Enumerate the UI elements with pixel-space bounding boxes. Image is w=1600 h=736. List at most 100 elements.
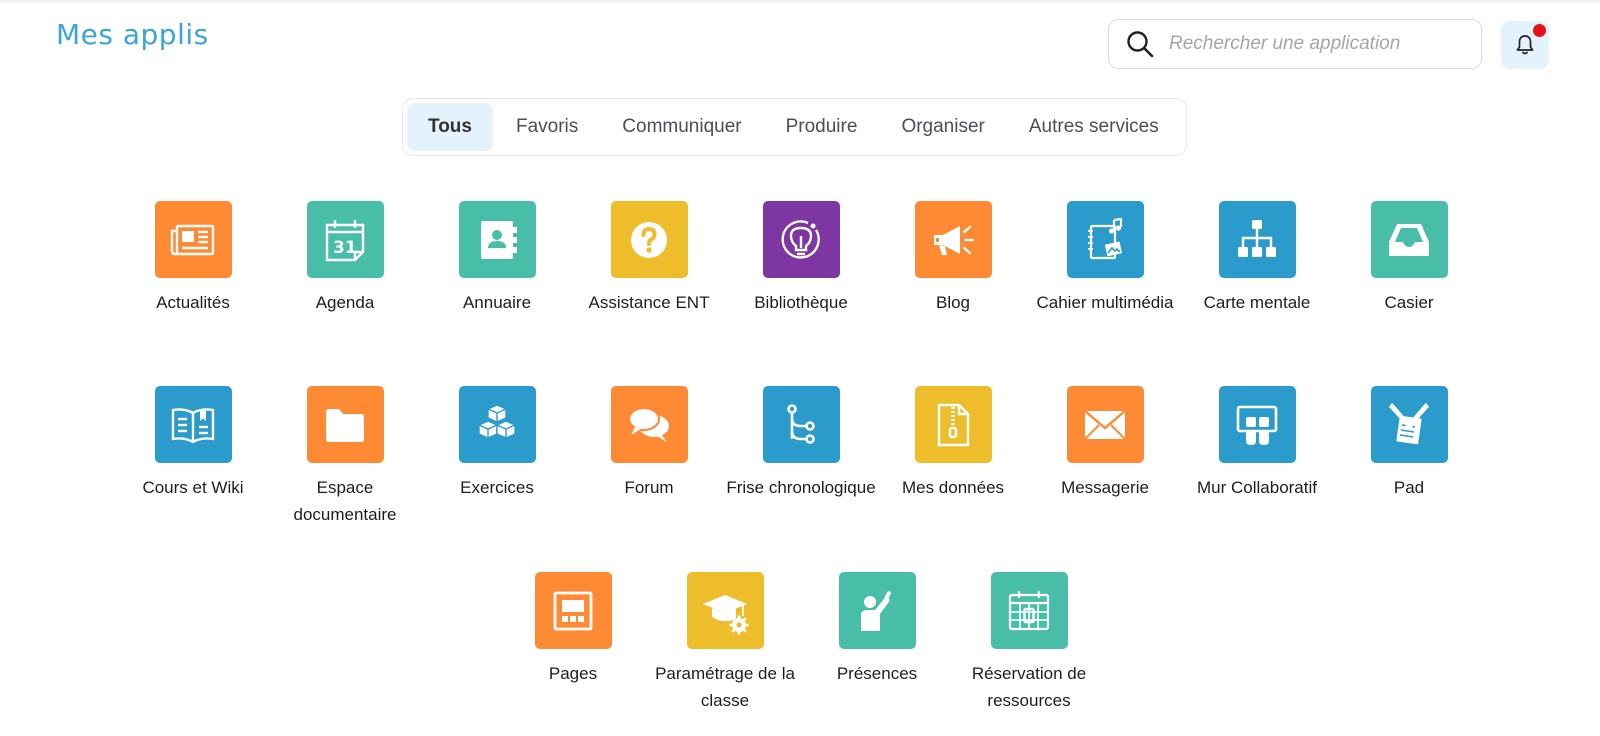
app-tile[interactable] <box>610 386 688 463</box>
app-annuaire[interactable]: Annuaire <box>421 201 573 316</box>
app-label: Assistance ENT <box>588 293 710 312</box>
app-tile[interactable] <box>458 386 536 463</box>
app-agenda[interactable]: 31 Agenda <box>269 201 421 316</box>
app-casier[interactable]: Casier <box>1333 201 1485 316</box>
app-tile[interactable] <box>154 386 232 463</box>
app-assistance-ent[interactable]: Assistance ENT <box>573 201 725 316</box>
newspaper-icon <box>170 224 215 255</box>
tab-tous[interactable]: Tous <box>407 103 493 151</box>
app-label: Mur Collaboratif <box>1197 478 1317 497</box>
app-actualites[interactable]: Actualités <box>117 201 269 316</box>
app-reservation-ressources[interactable]: Réservation de ressources <box>953 572 1105 714</box>
app-presences[interactable]: Présences <box>801 572 953 687</box>
app-tile[interactable] <box>306 386 384 463</box>
app-label: Messagerie <box>1061 478 1149 497</box>
app-label: Paramétrage de la classe <box>655 664 795 710</box>
app-tile[interactable] <box>686 572 764 649</box>
app-espace-documentaire[interactable]: Espace documentaire <box>269 386 421 528</box>
app-pad[interactable]: Pad <box>1333 386 1485 501</box>
inbox-tray-icon <box>1389 223 1429 256</box>
app-tile[interactable] <box>1066 201 1144 278</box>
app-tile[interactable] <box>534 572 612 649</box>
app-tile[interactable] <box>1370 386 1448 463</box>
app-label: Annuaire <box>462 293 532 312</box>
app-label: Pages <box>548 664 598 683</box>
multimedia-notebook-icon <box>1088 217 1123 259</box>
app-blog[interactable]: Blog <box>877 201 1029 316</box>
app-tile[interactable] <box>914 201 992 278</box>
tab-favoris[interactable]: Favoris <box>495 103 599 151</box>
app-label: Exercices <box>460 478 534 497</box>
app-label: Actualités <box>156 293 230 312</box>
booking-calendar-icon <box>1008 590 1050 630</box>
app-forum[interactable]: Forum <box>573 386 725 501</box>
tab-organiser[interactable]: Organiser <box>880 103 1005 151</box>
app-label: Agenda <box>315 293 375 312</box>
app-label: Pad <box>1393 478 1425 497</box>
mind-map-icon <box>1238 219 1276 257</box>
top-divider <box>0 0 1600 3</box>
app-tile[interactable] <box>762 386 840 463</box>
sticky-notes-board-icon <box>1236 405 1278 445</box>
app-tile[interactable]: 31 <box>306 201 384 278</box>
page-title: Mes applis <box>56 18 209 51</box>
search-icon <box>1127 31 1154 58</box>
app-label: Carte mentale <box>1203 293 1311 312</box>
open-book-icon <box>171 407 215 443</box>
app-label: Frise chronologique <box>726 478 876 497</box>
app-bibliotheque[interactable]: Bibliothèque <box>725 201 877 316</box>
app-pages[interactable]: Pages <box>497 572 649 687</box>
envelope-icon <box>1084 409 1126 440</box>
app-tile[interactable] <box>154 201 232 278</box>
megaphone-icon <box>934 225 975 255</box>
app-tile[interactable] <box>838 572 916 649</box>
app-cours-et-wiki[interactable]: Cours et Wiki <box>117 386 269 501</box>
notifications-button[interactable] <box>1501 21 1549 69</box>
app-tile[interactable] <box>1218 386 1296 463</box>
bell-icon <box>1516 35 1534 55</box>
app-carte-mentale[interactable]: Carte mentale <box>1181 201 1333 316</box>
app-tile[interactable] <box>458 201 536 278</box>
app-label: Bibliothèque <box>754 293 848 312</box>
timeline-branch-icon <box>787 403 815 444</box>
lightbulb-icon <box>781 219 820 259</box>
raised-hand-icon <box>861 590 891 631</box>
app-label: Espace documentaire <box>293 478 397 524</box>
tab-communiquer[interactable]: Communiquer <box>601 103 762 151</box>
app-label: Réservation de ressources <box>971 664 1087 710</box>
app-cahier-multimedia[interactable]: Cahier multimédia <box>1029 201 1181 316</box>
notification-badge <box>1533 24 1546 37</box>
category-tabs: Tous Favoris Communiquer Produire Organi… <box>402 98 1187 156</box>
search-input[interactable] <box>1169 26 1469 62</box>
app-label: Présences <box>836 664 918 683</box>
app-label: Cours et Wiki <box>142 478 244 497</box>
page-layout-icon <box>553 591 593 630</box>
app-tile[interactable] <box>914 386 992 463</box>
chat-bubbles-icon <box>627 406 669 442</box>
app-tile[interactable] <box>610 201 688 278</box>
app-exercices[interactable]: Exercices <box>421 386 573 501</box>
pad-pencils-icon <box>1389 402 1429 444</box>
calendar-icon: 31 <box>325 219 365 261</box>
graduation-cap-gear-icon <box>703 594 749 634</box>
app-parametrage-classe[interactable]: Paramétrage de la classe <box>649 572 801 714</box>
search-bar[interactable] <box>1108 19 1482 69</box>
cubes-icon <box>478 403 516 439</box>
app-label: Cahier multimédia <box>1036 293 1174 312</box>
tab-autres-services[interactable]: Autres services <box>1008 103 1180 151</box>
contact-book-icon <box>481 220 517 259</box>
app-label: Forum <box>624 478 674 497</box>
app-tile[interactable] <box>1066 386 1144 463</box>
app-label: Casier <box>1384 293 1434 312</box>
app-mur-collaboratif[interactable]: Mur Collaboratif <box>1181 386 1333 501</box>
app-messagerie[interactable]: Messagerie <box>1029 386 1181 501</box>
app-tile[interactable] <box>1370 201 1448 278</box>
tab-produire[interactable]: Produire <box>765 103 879 151</box>
help-icon <box>631 221 667 258</box>
app-tile[interactable] <box>990 572 1068 649</box>
app-frise-chronologique[interactable]: Frise chronologique <box>725 386 877 501</box>
app-mes-donnees[interactable]: Mes données <box>877 386 1029 501</box>
app-tile[interactable] <box>762 201 840 278</box>
app-label: Blog <box>935 293 971 312</box>
app-tile[interactable] <box>1218 201 1296 278</box>
